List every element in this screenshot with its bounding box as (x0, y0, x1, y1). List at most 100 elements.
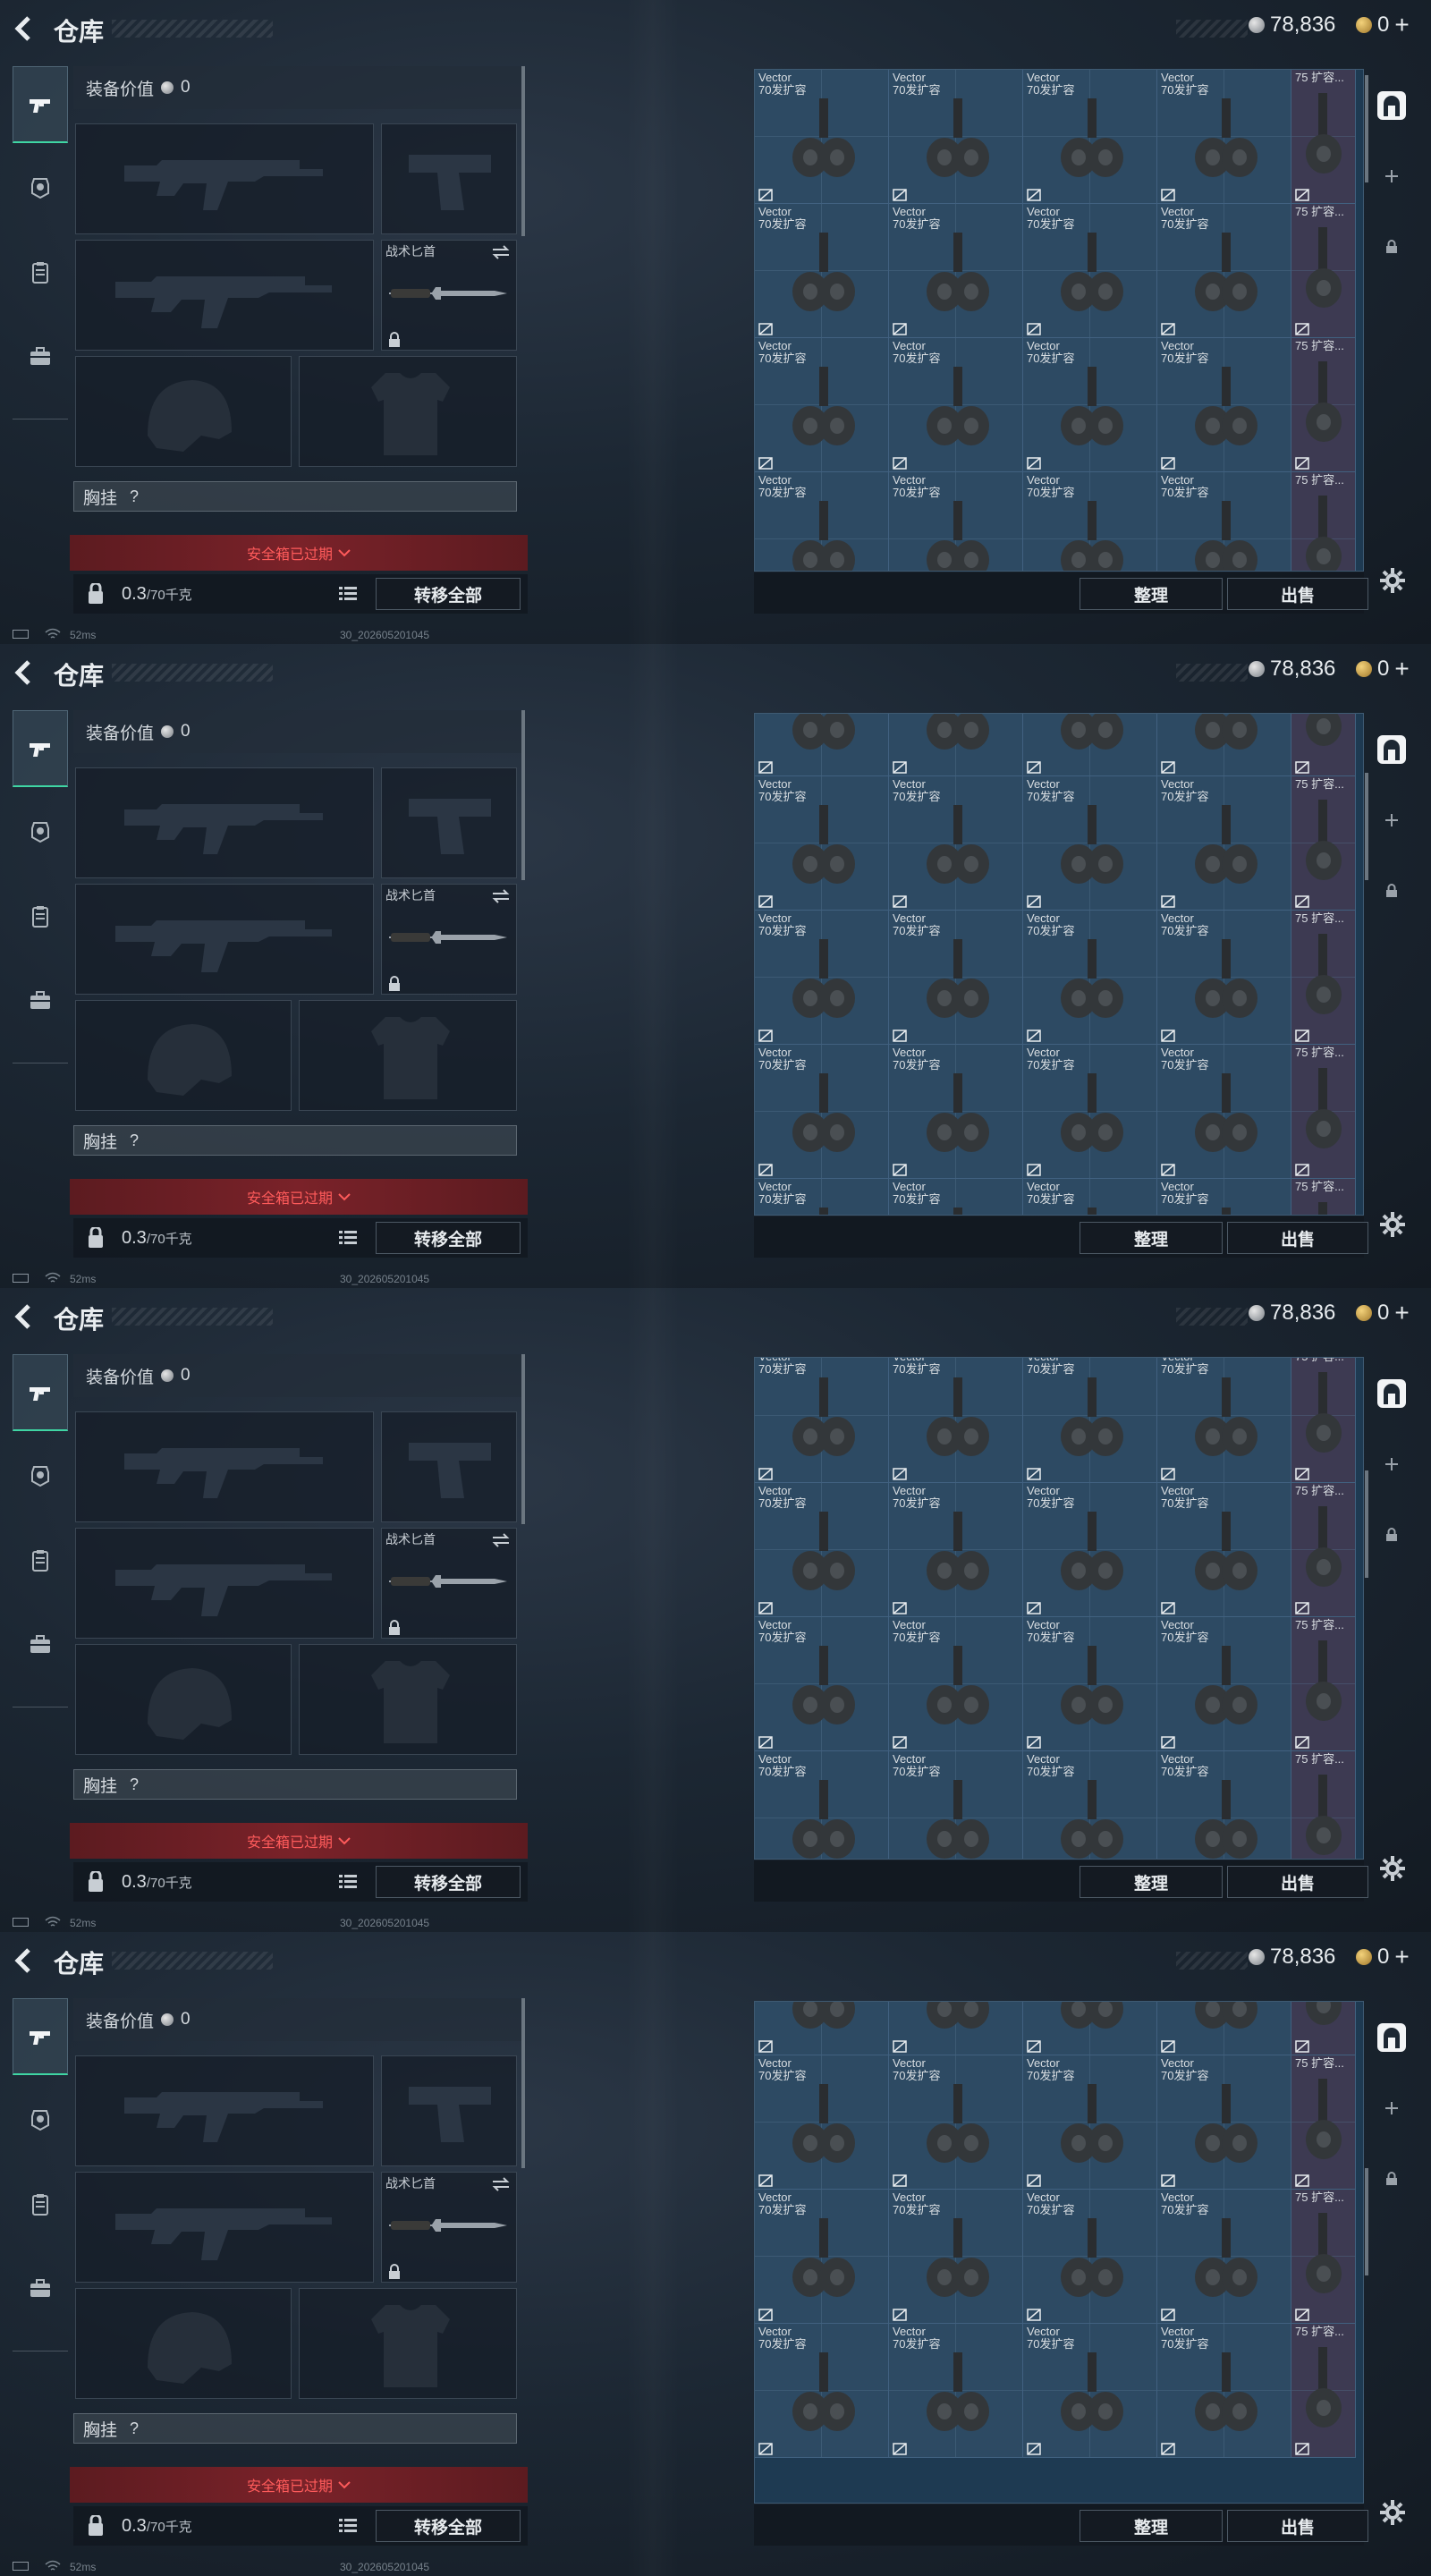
secondary-weapon-slot[interactable] (75, 2172, 374, 2283)
add-currency-icon[interactable]: + (1394, 1945, 1409, 1970)
helmet-slot[interactable] (75, 2288, 292, 2399)
storage-item-vector-magazine[interactable]: Vector70发扩容 (889, 2324, 1023, 2458)
storage-item-vector-magazine[interactable]: Vector70发扩容 (1157, 1179, 1291, 1215)
melee-slot[interactable]: 战术匕首 (381, 2172, 517, 2283)
add-storage-icon[interactable] (1384, 168, 1400, 184)
settings-gear-icon[interactable] (1379, 2499, 1406, 2526)
storage-item-vector-magazine[interactable]: Vector70发扩容 (889, 2190, 1023, 2324)
storage-item-75-magazine[interactable]: 75 扩容... (1291, 2190, 1356, 2324)
storage-grid-panel[interactable]: Vector70发扩容Vector70发扩容Vector70发扩容Vector7… (754, 713, 1364, 1216)
primary-weapon-slot[interactable] (75, 2055, 374, 2166)
gold-currency[interactable]: 0 + (1356, 657, 1410, 682)
add-currency-icon[interactable]: + (1394, 13, 1409, 38)
pistol-slot[interactable] (381, 123, 517, 234)
storage-item-vector-magazine[interactable]: Vector70发扩容 (1157, 472, 1291, 571)
tab-case[interactable] (13, 318, 68, 395)
storage-scrollbar[interactable] (1365, 2168, 1368, 2275)
transfer-all-button[interactable]: 转移全部 (376, 578, 521, 610)
storage-item-vector-magazine[interactable]: Vector70发扩容 (1157, 338, 1291, 472)
storage-item-vector-magazine[interactable]: Vector70发扩容 (889, 1617, 1023, 1751)
helmet-slot[interactable] (75, 1644, 292, 1755)
lock-icon[interactable] (1385, 1528, 1398, 1542)
melee-slot[interactable]: 战术匕首 (381, 240, 517, 351)
back-arrow-icon[interactable] (13, 1303, 36, 1330)
storage-item-vector-magazine[interactable]: Vector70发扩容 (1157, 1483, 1291, 1617)
storage-item-vector-magazine[interactable]: Vector70发扩容 (1157, 776, 1291, 911)
storage-item-vector-magazine[interactable]: Vector70发扩容 (1157, 1617, 1291, 1751)
sell-button[interactable]: 出售 (1227, 1866, 1368, 1898)
tab-supplies[interactable] (13, 234, 68, 311)
tab-case[interactable] (13, 1606, 68, 1683)
helmet-slot[interactable] (75, 356, 292, 467)
storage-item-vector-magazine[interactable]: Vector70发扩容 (755, 911, 889, 1045)
settings-gear-icon[interactable] (1379, 1211, 1406, 1238)
sort-button[interactable]: 整理 (1080, 2510, 1223, 2542)
storage-arch-icon[interactable] (1376, 1377, 1408, 1410)
storage-item-vector-magazine[interactable]: Vector70发扩容 (755, 776, 889, 911)
pistol-slot[interactable] (381, 2055, 517, 2166)
storage-item-vector-magazine[interactable]: Vector70发扩容 (755, 70, 889, 204)
storage-item-vector-magazine[interactable]: Vector70发扩容 (889, 714, 1023, 776)
list-icon[interactable] (338, 585, 358, 603)
safe-box-expired-banner[interactable]: 安全箱已过期 (70, 1179, 528, 1215)
equipment-scrollbar[interactable] (521, 1354, 525, 1524)
storage-item-vector-magazine[interactable]: Vector70发扩容 (889, 1045, 1023, 1179)
storage-item-vector-magazine[interactable]: Vector70发扩容 (1023, 70, 1157, 204)
swap-icon[interactable] (491, 1532, 511, 1548)
safe-box-expired-banner[interactable]: 安全箱已过期 (70, 535, 528, 571)
settings-gear-icon[interactable] (1379, 1855, 1406, 1882)
storage-item-vector-magazine[interactable]: Vector70发扩容 (889, 1358, 1023, 1483)
storage-item-vector-magazine[interactable]: Vector70发扩容 (1157, 714, 1291, 776)
storage-item-vector-magazine[interactable]: Vector70发扩容 (1023, 2055, 1157, 2190)
storage-item-vector-magazine[interactable]: Vector70发扩容 (1157, 911, 1291, 1045)
storage-item-vector-magazine[interactable]: Vector70发扩容 (1023, 911, 1157, 1045)
storage-item-vector-magazine[interactable]: Vector70发扩容 (1023, 714, 1157, 776)
helmet-slot[interactable] (75, 1000, 292, 1111)
add-storage-icon[interactable] (1384, 1456, 1400, 1472)
storage-item-vector-magazine[interactable]: Vector70发扩容 (1157, 2324, 1291, 2458)
storage-item-vector-magazine[interactable]: Vector70发扩容 (755, 1617, 889, 1751)
storage-item-vector-magazine[interactable]: Vector70发扩容 (1023, 2324, 1157, 2458)
storage-item-75-magazine[interactable]: 75 扩容... (1291, 776, 1356, 911)
chest-rig-row[interactable]: 胸挂 ? (73, 481, 517, 512)
storage-item-vector-magazine[interactable]: Vector70发扩容 (889, 1483, 1023, 1617)
equipment-scrollbar[interactable] (521, 66, 525, 236)
storage-item-vector-magazine[interactable]: Vector70发扩容 (1023, 1045, 1157, 1179)
storage-item-vector-magazine[interactable]: Vector70发扩容 (1157, 1045, 1291, 1179)
secondary-weapon-slot[interactable] (75, 240, 374, 351)
body-armor-slot[interactable] (299, 2288, 517, 2399)
tab-case[interactable] (13, 2250, 68, 2327)
storage-item-75-magazine[interactable]: 75 扩容... (1291, 2324, 1356, 2458)
chest-rig-info-icon[interactable]: ? (130, 1775, 139, 1794)
tab-supplies[interactable] (13, 2166, 68, 2243)
tab-armor[interactable] (13, 2080, 68, 2157)
storage-item-75-magazine[interactable]: 75 扩容... (1291, 2002, 1356, 2055)
sort-button[interactable]: 整理 (1080, 1222, 1223, 1254)
lock-icon[interactable] (1385, 2172, 1398, 2186)
storage-item-vector-magazine[interactable]: Vector70发扩容 (755, 204, 889, 338)
storage-item-75-magazine[interactable]: 75 扩容... (1291, 2055, 1356, 2190)
storage-grid-panel[interactable]: Vector70发扩容Vector70发扩容Vector70发扩容Vector7… (754, 2001, 1364, 2504)
storage-item-vector-magazine[interactable]: Vector70发扩容 (1157, 70, 1291, 204)
pistol-slot[interactable] (381, 767, 517, 878)
storage-item-vector-magazine[interactable]: Vector70发扩容 (1157, 204, 1291, 338)
storage-item-vector-magazine[interactable]: Vector70发扩容 (755, 1483, 889, 1617)
chest-rig-info-icon[interactable]: ? (130, 1131, 139, 1150)
storage-item-vector-magazine[interactable]: Vector70发扩容 (1023, 1483, 1157, 1617)
tab-supplies[interactable] (13, 878, 68, 955)
storage-item-vector-magazine[interactable]: Vector70发扩容 (1157, 2190, 1291, 2324)
storage-item-vector-magazine[interactable]: Vector70发扩容 (1023, 1617, 1157, 1751)
storage-grid-panel[interactable]: Vector70发扩容Vector70发扩容Vector70发扩容Vector7… (754, 69, 1364, 572)
storage-item-75-magazine[interactable]: 75 扩容... (1291, 1045, 1356, 1179)
storage-item-vector-magazine[interactable]: Vector70发扩容 (1023, 2002, 1157, 2055)
storage-item-vector-magazine[interactable]: Vector70发扩容 (755, 2324, 889, 2458)
storage-item-75-magazine[interactable]: 75 扩容... (1291, 472, 1356, 571)
storage-item-vector-magazine[interactable]: Vector70发扩容 (755, 1179, 889, 1215)
storage-item-vector-magazine[interactable]: Vector70发扩容 (755, 1045, 889, 1179)
settings-gear-icon[interactable] (1379, 567, 1406, 594)
melee-slot[interactable]: 战术匕首 (381, 884, 517, 995)
chest-rig-row[interactable]: 胸挂 ? (73, 2413, 517, 2444)
tab-case[interactable] (13, 962, 68, 1039)
storage-item-vector-magazine[interactable]: Vector70发扩容 (889, 2055, 1023, 2190)
sort-button[interactable]: 整理 (1080, 1866, 1223, 1898)
